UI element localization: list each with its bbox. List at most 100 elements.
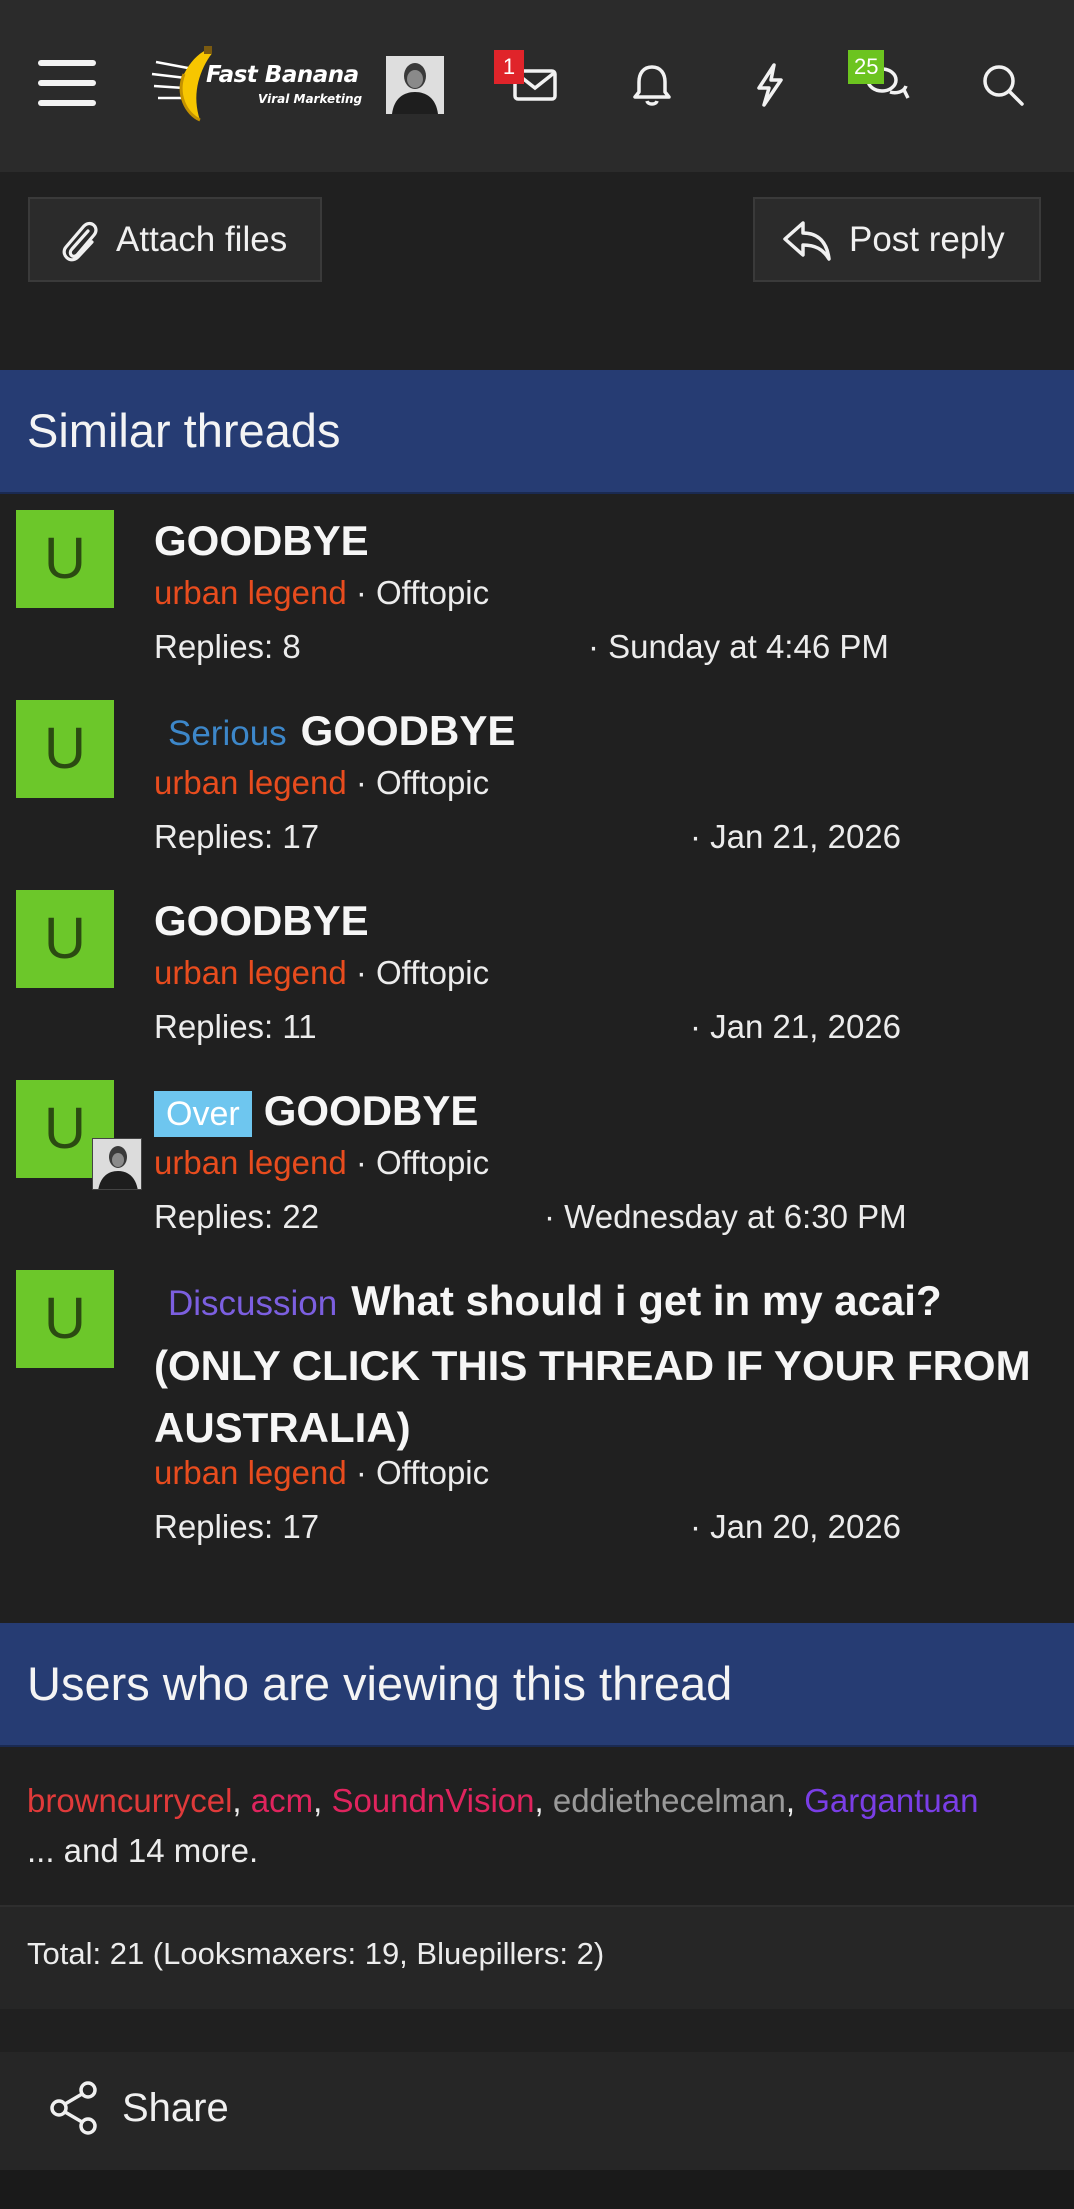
- thread-title-text[interactable]: GOODBYE: [154, 517, 369, 564]
- logo-name: Fast Banana: [206, 62, 359, 88]
- thread-forum[interactable]: Offtopic: [376, 764, 489, 801]
- viewer-link[interactable]: SoundnVision: [331, 1782, 534, 1819]
- thread-title-text[interactable]: GOODBYE: [301, 707, 516, 754]
- thread-meta: urban legend · Offtopic: [154, 1454, 489, 1492]
- whats-new-button[interactable]: [735, 50, 805, 120]
- footer-strip: [0, 2170, 1074, 2209]
- thread-meta: urban legend · Offtopic: [154, 574, 489, 612]
- thread-replies: Replies: 8: [154, 628, 301, 665]
- thread-title-text[interactable]: GOODBYE: [264, 1087, 479, 1134]
- search-icon: [983, 65, 1024, 106]
- thread-date-text[interactable]: Jan 20, 2026: [710, 1508, 901, 1545]
- thread-author[interactable]: urban legend: [154, 574, 347, 611]
- thread-forum[interactable]: Offtopic: [376, 574, 489, 611]
- share-bar: Share: [0, 2052, 1074, 2170]
- thread-forum[interactable]: Offtopic: [376, 1144, 489, 1181]
- viewer-link[interactable]: browncurrycel: [27, 1782, 232, 1819]
- last-poster-avatar[interactable]: [92, 1138, 142, 1190]
- thread-prefix-discussion[interactable]: Discussion: [168, 1284, 337, 1323]
- date-separator: ·: [690, 818, 701, 855]
- viewer-totals: Total: 21 (Looksmaxers: 19, Bluepillers:…: [27, 1936, 605, 1971]
- viewer-more: ... and 14 more.: [27, 1832, 259, 1869]
- thread-date[interactable]: · Wednesday at 6:30 PM: [544, 1198, 907, 1236]
- thread-date-text[interactable]: Jan 21, 2026: [710, 1008, 901, 1045]
- thread-title[interactable]: GOODBYE: [154, 890, 1034, 952]
- thread-meta: urban legend · Offtopic: [154, 764, 489, 802]
- viewer-list: browncurrycel, acm, SoundnVision, eddiet…: [27, 1776, 1057, 1876]
- similar-threads-header: Similar threads: [0, 370, 1074, 494]
- avatar-photo-icon: [93, 1139, 141, 1189]
- thread-meta: urban legend · Offtopic: [154, 1144, 489, 1182]
- thread-author[interactable]: urban legend: [154, 764, 347, 801]
- date-separator: ·: [690, 1008, 701, 1045]
- thread-title[interactable]: Serious GOODBYE: [154, 700, 1034, 765]
- bell-icon: [633, 65, 671, 106]
- thread-avatar[interactable]: U: [16, 510, 114, 608]
- list-comma: ,: [785, 1782, 796, 1819]
- thread-replies: Replies: 22: [154, 1198, 320, 1235]
- date-separator: ·: [544, 1198, 555, 1235]
- thread-date[interactable]: · Sunday at 4:46 PM: [588, 628, 889, 666]
- meta-separator: ·: [355, 1144, 367, 1181]
- users-viewing-header: Users who are viewing this thread: [0, 1623, 1074, 1747]
- inbox-badge: 1: [494, 50, 524, 84]
- date-separator: ·: [690, 1508, 701, 1545]
- menu-icon[interactable]: [38, 58, 100, 108]
- thread-date[interactable]: · Jan 21, 2026: [690, 1008, 901, 1046]
- list-comma: ,: [313, 1782, 323, 1819]
- share-label: Share: [122, 2085, 229, 2130]
- post-reply-label: Post reply: [849, 219, 1005, 259]
- paperclip-icon: [62, 221, 98, 261]
- share-button[interactable]: Share: [48, 2080, 229, 2136]
- meta-separator: ·: [355, 1454, 367, 1491]
- thread-date-text[interactable]: Sunday at 4:46 PM: [608, 628, 889, 665]
- viewer-link[interactable]: acm: [251, 1782, 313, 1819]
- thread-forum[interactable]: Offtopic: [376, 1454, 489, 1491]
- thread-replies: Replies: 17: [154, 818, 320, 855]
- viewer-link[interactable]: Gargantuan: [804, 1782, 978, 1819]
- list-comma: ,: [232, 1782, 242, 1819]
- reply-arrow-icon: [783, 220, 831, 261]
- inbox-button[interactable]: 1: [494, 50, 570, 120]
- thread-title[interactable]: Discussion What should i get in my acai? …: [154, 1270, 1034, 1459]
- thread-avatar[interactable]: U: [16, 890, 114, 988]
- thread-replies: Replies: 17: [154, 1508, 320, 1545]
- logo-tagline: Viral Marketing: [258, 92, 363, 106]
- meta-separator: ·: [355, 574, 367, 611]
- thread-date[interactable]: · Jan 20, 2026: [690, 1508, 901, 1546]
- meta-separator: ·: [355, 764, 367, 801]
- thread-author[interactable]: urban legend: [154, 1144, 347, 1181]
- thread-title-text[interactable]: GOODBYE: [154, 897, 369, 944]
- thread-date-text[interactable]: Wednesday at 6:30 PM: [564, 1198, 906, 1235]
- top-navigation-bar: Fast Banana Viral Marketing 1 25: [0, 0, 1074, 172]
- thread-date-text[interactable]: Jan 21, 2026: [710, 818, 901, 855]
- thread-prefix-serious[interactable]: Serious: [168, 714, 287, 753]
- attach-files-label: Attach files: [116, 219, 288, 259]
- thread-author[interactable]: urban legend: [154, 954, 347, 991]
- thread-meta: urban legend · Offtopic: [154, 954, 489, 992]
- conversations-badge: 25: [848, 50, 885, 84]
- post-reply-button[interactable]: Post reply: [753, 197, 1041, 282]
- attach-files-button[interactable]: Attach files: [28, 197, 322, 282]
- thread-title[interactable]: GOODBYE: [154, 510, 1034, 572]
- thread-title[interactable]: Over GOODBYE: [154, 1080, 1034, 1145]
- lightning-icon: [757, 63, 783, 107]
- meta-separator: ·: [355, 954, 367, 991]
- thread-prefix-over[interactable]: Over: [154, 1091, 252, 1137]
- thread-forum[interactable]: Offtopic: [376, 954, 489, 991]
- list-comma: ,: [534, 1782, 544, 1819]
- site-logo[interactable]: Fast Banana Viral Marketing: [148, 44, 362, 126]
- thread-replies: Replies: 11: [154, 1008, 317, 1045]
- thread-date[interactable]: · Jan 21, 2026: [690, 818, 901, 856]
- conversations-button[interactable]: 25: [848, 50, 922, 120]
- viewer-link[interactable]: eddiethecelman: [553, 1782, 786, 1819]
- avatar-photo-icon: [386, 56, 444, 114]
- user-avatar[interactable]: [386, 56, 444, 114]
- thread-avatar[interactable]: U: [16, 700, 114, 798]
- search-button[interactable]: [968, 50, 1038, 120]
- thread-author[interactable]: urban legend: [154, 1454, 347, 1491]
- share-icon: [50, 2081, 97, 2135]
- notifications-button[interactable]: [617, 50, 687, 120]
- date-separator: ·: [588, 628, 599, 665]
- thread-avatar[interactable]: U: [16, 1270, 114, 1368]
